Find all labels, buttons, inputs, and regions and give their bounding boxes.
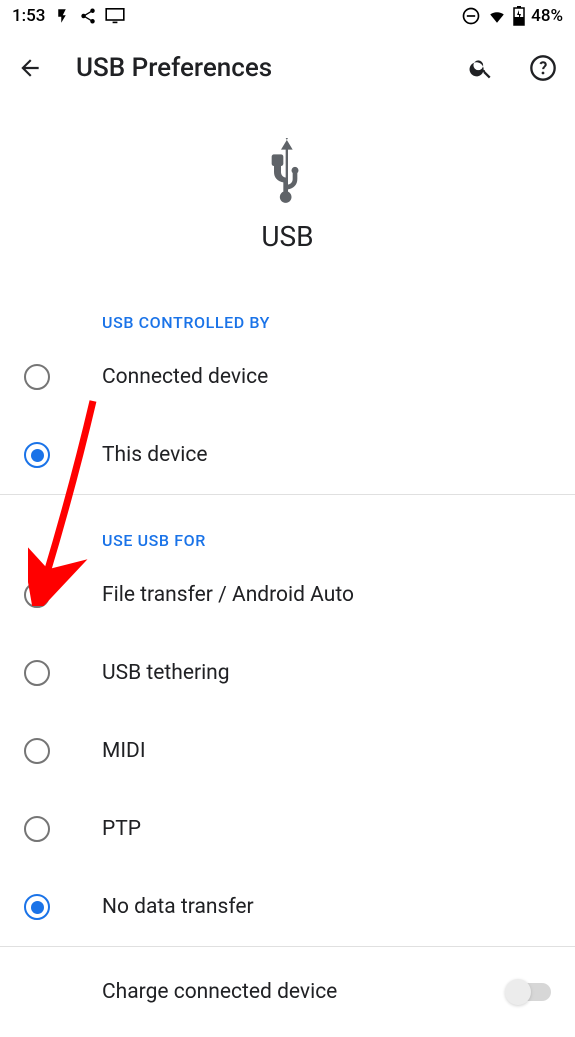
radio-indicator [24,894,50,920]
battery-charging-icon [513,6,525,26]
radio-indicator [24,364,50,390]
search-icon [468,55,494,81]
radio-label: This device [102,443,208,467]
wifi-icon [487,7,507,25]
radio-this-device[interactable]: This device [0,416,575,494]
radio-ptp[interactable]: PTP [0,790,575,868]
back-button[interactable] [16,54,44,82]
radio-indicator [24,582,50,608]
charge-connected-device-row[interactable]: Charge connected device [0,947,575,1037]
arrow-back-icon [17,55,43,81]
cast-screen-icon [105,8,125,24]
hero-label: USB [261,220,313,253]
hero-section: USB [0,104,575,277]
radio-label: File transfer / Android Auto [102,583,354,607]
dnd-icon [461,6,481,26]
radio-no-data-transfer[interactable]: No data transfer [0,868,575,946]
usb-icon [259,138,317,208]
switch-toggle[interactable] [507,983,551,1001]
radio-usb-tethering[interactable]: USB tethering [0,634,575,712]
page-title: USB Preferences [76,53,272,83]
status-time: 1:53 [12,6,45,26]
section-header-controlled-by: USB CONTROLLED BY [0,277,575,338]
app-bar: USB Preferences [0,32,575,104]
radio-indicator [24,660,50,686]
help-icon [529,54,557,82]
search-button[interactable] [465,52,497,84]
switch-label: Charge connected device [102,980,337,1004]
share-icon [79,7,97,25]
radio-connected-device[interactable]: Connected device [0,338,575,416]
help-button[interactable] [527,52,559,84]
radio-label: PTP [102,817,141,841]
radio-label: MIDI [102,739,146,763]
radio-midi[interactable]: MIDI [0,712,575,790]
radio-indicator [24,816,50,842]
section-header-use-for: USE USB FOR [0,495,575,556]
radio-label: USB tethering [102,661,230,685]
screen-cast-icon [53,7,71,25]
radio-indicator [24,442,50,468]
status-bar: 1:53 48% [0,0,575,32]
radio-file-transfer[interactable]: File transfer / Android Auto [0,556,575,634]
radio-label: No data transfer [102,895,254,919]
radio-label: Connected device [102,365,268,389]
battery-percent: 48% [531,6,563,26]
radio-indicator [24,738,50,764]
